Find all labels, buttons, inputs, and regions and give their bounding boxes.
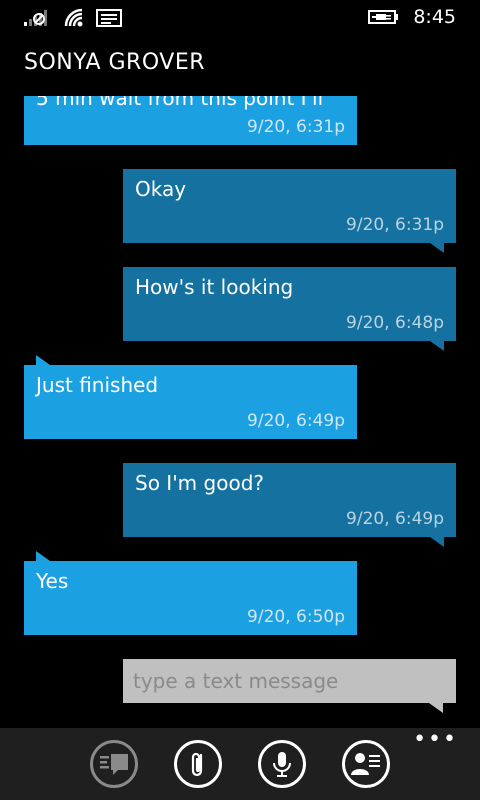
app-bar: ••• (0, 728, 480, 800)
message-text: Yes (36, 569, 69, 593)
message-timestamp: 9/20, 6:50p (247, 607, 345, 627)
message-timestamp: 9/20, 6:31p (346, 215, 444, 235)
message-timestamp: 9/20, 6:48p (346, 313, 444, 333)
message-bubble-received[interactable]: 5 min wait from this point I'll 9/20, 6:… (24, 96, 357, 145)
message-bubble-sent[interactable]: Okay 9/20, 6:31p (123, 169, 456, 253)
send-button[interactable] (90, 740, 138, 788)
status-bar: 8:45 (0, 0, 480, 36)
conversation-thread[interactable]: 5 min wait from this point I'll 9/20, 6:… (0, 96, 480, 728)
more-options-button[interactable]: ••• (413, 729, 458, 751)
message-text: How's it looking (135, 275, 294, 299)
battery-charging-icon (368, 10, 398, 24)
wifi-icon (64, 8, 83, 27)
messaging-icon (96, 9, 122, 27)
status-time: 8:45 (413, 6, 456, 28)
message-timestamp: 9/20, 6:31p (247, 117, 345, 137)
microphone-icon (273, 752, 291, 777)
message-timestamp: 9/20, 6:49p (247, 411, 345, 431)
message-text: 5 min wait from this point I'll (36, 96, 324, 110)
message-bubble-sent[interactable]: So I'm good? 9/20, 6:49p (123, 463, 456, 547)
signal-icon (24, 10, 47, 26)
message-text: So I'm good? (135, 471, 265, 495)
message-bubble-sent[interactable]: How's it looking 9/20, 6:48p (123, 267, 456, 351)
message-compose-input[interactable] (123, 659, 456, 703)
contact-card-button[interactable] (342, 740, 390, 788)
send-icon (100, 754, 128, 775)
contact-card-icon (351, 753, 380, 775)
attach-icon (191, 752, 203, 777)
message-bubble-received[interactable]: Just finished 9/20, 6:49p (24, 355, 357, 439)
message-text: Okay (135, 177, 187, 201)
message-bubble-received[interactable]: Yes 9/20, 6:50p (24, 551, 357, 635)
voice-input-button[interactable] (258, 740, 306, 788)
contact-name: SONYA GROVER (24, 50, 206, 75)
message-text: Just finished (36, 373, 159, 397)
compose-bubble-tail (429, 703, 443, 713)
attach-button[interactable] (174, 740, 222, 788)
message-timestamp: 9/20, 6:49p (346, 509, 444, 529)
